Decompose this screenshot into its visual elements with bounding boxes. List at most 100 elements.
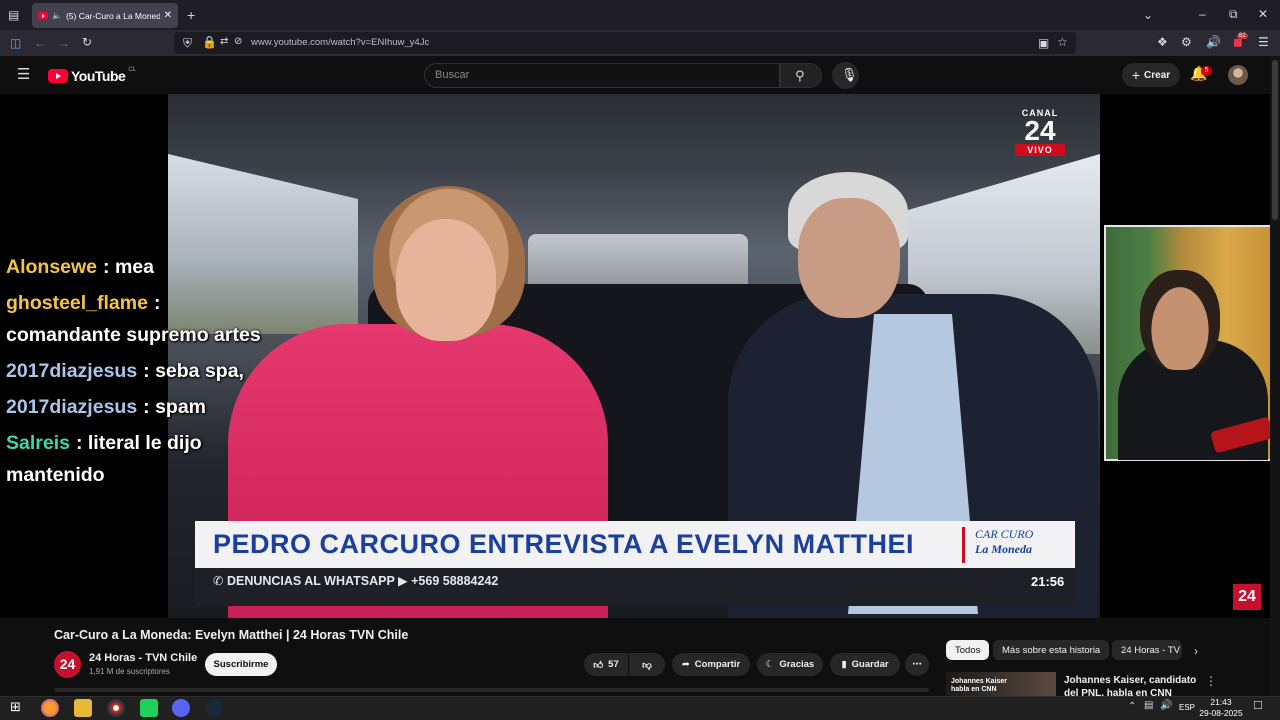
restore-icon[interactable]: ⧉ [1229, 8, 1238, 20]
subscribe-button[interactable]: Suscribirme [205, 653, 277, 676]
thumbs-up-icon: 👍︎ [593, 659, 604, 671]
network-icon[interactable]: ▤ [1144, 701, 1153, 711]
more-icon: ⋯ [912, 659, 922, 670]
lock-icon[interactable]: 🔒 [202, 36, 217, 48]
steam-icon[interactable] [205, 699, 223, 717]
save-button[interactable]: ▮ Guardar [830, 653, 900, 676]
save-label: Guardar [851, 659, 889, 670]
minimize-icon[interactable]: – [1199, 8, 1206, 20]
clock-date: 29-08-2025 [1199, 708, 1243, 718]
chevron-down-icon[interactable]: ⌄ [1143, 9, 1153, 21]
streamer-head [1140, 270, 1220, 370]
obs-studio-icon[interactable] [107, 699, 125, 717]
tray-chevron-up-icon[interactable]: ⌃ [1128, 702, 1136, 712]
forward-icon[interactable]: → [58, 37, 70, 49]
youtube-logo[interactable]: YouTube CL [48, 67, 136, 84]
like-count: 57 [608, 659, 619, 670]
clock-time: 21:43 [1210, 697, 1232, 707]
chip-more-story[interactable]: Más sobre esta historia [993, 640, 1110, 660]
recommendation-title[interactable]: Johannes Kaiser, candidato del PNL, habl… [1064, 674, 1199, 696]
chat-message: : [153, 292, 161, 314]
chip-todos[interactable]: Todos [946, 640, 990, 660]
youtube-play-icon [48, 69, 68, 83]
user-avatar[interactable] [1228, 65, 1248, 85]
sidebar-icon[interactable]: ◫ [10, 37, 21, 49]
language-indicator[interactable]: ESP [1179, 703, 1195, 712]
chevron-right-icon[interactable]: › [1194, 645, 1198, 657]
bug-number-text: 24 [1024, 115, 1056, 146]
woman-face [396, 219, 496, 341]
picture-in-picture-icon[interactable]: ▣ [1038, 37, 1049, 49]
bookmark-star-icon[interactable]: ☆ [1057, 36, 1068, 48]
broadcast-clock: 21:56 [1031, 574, 1065, 589]
close-tab-icon[interactable]: ✕ [164, 10, 172, 21]
puzzle-icon[interactable]: ⚙ [1181, 36, 1192, 48]
shield-icon[interactable]: ⛨ [183, 37, 192, 49]
firefox-icon[interactable] [41, 699, 59, 717]
chat-message: : literal le dijo [75, 432, 202, 454]
channel-name[interactable]: 24 Horas - TVN Chile [89, 652, 197, 664]
whatsapp-icon: ✆ [213, 574, 227, 588]
chat-username: Alonsewe [6, 256, 98, 278]
scrollbar-thumb[interactable] [1272, 60, 1278, 220]
dislike-button[interactable]: 👎︎ [629, 653, 665, 676]
kick-icon[interactable] [140, 699, 158, 717]
channel-watermark[interactable]: 24 [1233, 584, 1261, 610]
search-input[interactable]: Buscar [424, 63, 780, 88]
chip-channel[interactable]: 24 Horas - TV [1112, 640, 1182, 660]
notification-badge: 5 [1201, 66, 1212, 76]
thanks-icon: ☾ [765, 659, 775, 670]
taskbar-clock[interactable]: 21:43 29-08-2025 [1198, 697, 1244, 719]
guide-menu-icon[interactable]: ☰ [17, 67, 30, 82]
permissions-icon[interactable]: ⇄ [220, 37, 228, 47]
extension-icon[interactable]: ❖ [1157, 36, 1168, 48]
plus-icon: + [1131, 67, 1141, 83]
chat-line: 2017diazjesus: spam [6, 396, 206, 419]
thanks-label: Gracias [779, 659, 815, 670]
reload-icon[interactable]: ↻ [82, 36, 92, 48]
url-text[interactable]: www.youtube.com/watch?v=ENIhuw_y4Jc [251, 37, 429, 48]
chat-username: Salreis [6, 432, 70, 454]
program-brand-logo: CAR CURO La Moneda [962, 527, 1066, 563]
tab-title: (5) Car-Curo a La Moneda: Evelyn Matthei… [65, 10, 160, 21]
channel-avatar[interactable]: 24 [54, 651, 81, 678]
volume-tray-icon[interactable]: 🔊 [1160, 701, 1172, 711]
volume-icon[interactable]: 🔊 [1206, 36, 1221, 48]
youtube-favicon-icon [38, 12, 48, 19]
discord-icon[interactable] [172, 699, 190, 717]
chat-username: 2017diazjesus [6, 396, 138, 418]
browser-tab-active[interactable]: 🔈 (5) Car-Curo a La Moneda: Evelyn Matth… [32, 3, 178, 28]
search-button[interactable]: ⚲ [780, 63, 822, 88]
close-window-icon[interactable]: ✕ [1258, 8, 1268, 20]
chat-line: comandante supremo artes [6, 324, 261, 347]
autoplay-blocked-icon[interactable]: ⊘ [234, 37, 242, 47]
brand-line-1: CAR CURO [975, 527, 1034, 541]
lower-third-headline: PEDRO CARCURO ENTREVISTA A EVELYN MATTHE… [213, 529, 915, 559]
new-tab-icon[interactable]: + [187, 8, 195, 22]
like-button[interactable]: 👍︎ 57 [584, 653, 628, 676]
country-code: CL [128, 67, 136, 73]
share-button[interactable]: ➦ Compartir [672, 653, 750, 676]
recommendation-thumbnail[interactable]: Johannes Kaiser habla en CNN [946, 672, 1056, 696]
thumbnail-caption: Johannes Kaiser habla en CNN [951, 678, 1008, 693]
notification-center-icon[interactable]: ☐ [1253, 701, 1263, 712]
tab-list-icon[interactable]: ▤ [8, 9, 19, 21]
menu-icon[interactable]: ☰ [1258, 36, 1269, 48]
speaker-icon[interactable]: 🔈 [52, 11, 62, 20]
voice-search-button[interactable]: 🎙 [832, 62, 859, 89]
create-button[interactable]: + Crear [1122, 63, 1180, 87]
windows-taskbar [0, 696, 1280, 720]
windows-start-icon[interactable]: ⊞ [10, 700, 21, 713]
chat-message: : seba spa, [143, 360, 244, 382]
kebab-menu-icon[interactable]: ⋮ [1205, 675, 1217, 687]
mic-icon: 🎙 [841, 67, 858, 82]
file-explorer-icon[interactable] [74, 699, 92, 717]
back-icon[interactable]: ← [34, 37, 46, 49]
more-actions-button[interactable]: ⋯ [905, 653, 929, 676]
thanks-button[interactable]: ☾ Gracias [757, 653, 823, 676]
share-label: Compartir [694, 659, 741, 670]
canal24-live-bug: CANAL 24 VIVO [1015, 108, 1065, 156]
whatsapp-text: DENUNCIAS AL WHATSAPP ▶ +569 58884242 [226, 574, 499, 588]
browser-tab-bar: ▤ 🔈 (5) Car-Curo a La Moneda: Evelyn Mat… [0, 0, 1280, 30]
chat-message: comandante supremo artes [6, 324, 261, 346]
